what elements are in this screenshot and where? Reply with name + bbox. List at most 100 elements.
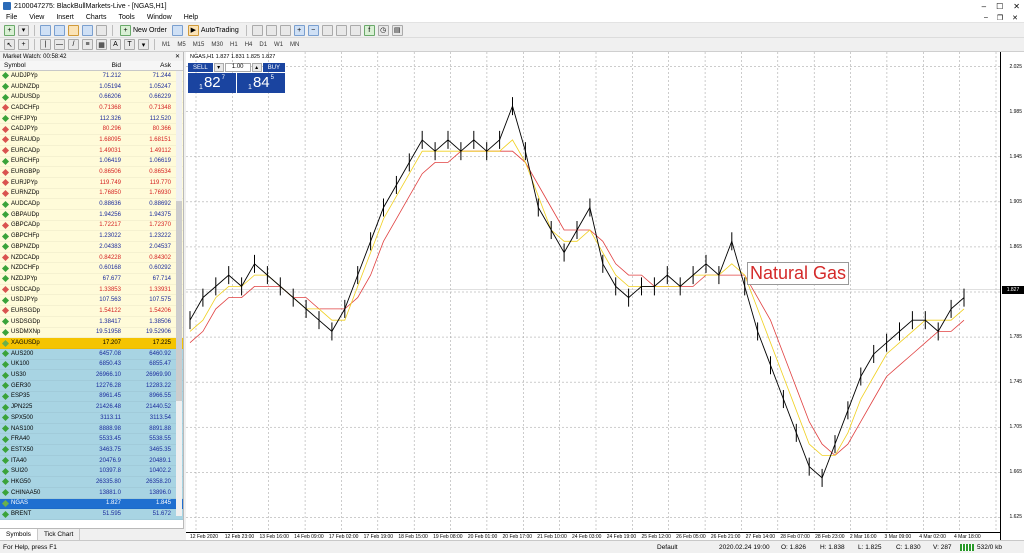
market-watch-row[interactable]: SUI20 10397.8 10402.2 <box>0 466 183 478</box>
tf-m1[interactable]: M1 <box>160 41 172 49</box>
panel-close-icon[interactable]: ✕ <box>175 53 180 60</box>
market-watch-row[interactable]: HKG50 26335.80 26358.20 <box>0 477 183 488</box>
menu-insert[interactable]: Insert <box>50 14 80 21</box>
time-axis[interactable]: 12 Feb 2020 12 Feb 23:00 13 Feb 16:00 14 Fe… <box>186 532 1000 540</box>
market-watch-row[interactable]: ESTX50 3463.75 3465.35 <box>0 445 183 456</box>
market-watch-row[interactable]: ESP35 8961.45 8966.55 <box>0 391 183 403</box>
col-symbol[interactable]: Symbol <box>0 62 92 69</box>
label-icon[interactable]: T <box>124 39 135 50</box>
tf-m15[interactable]: M15 <box>191 41 207 49</box>
cursor-icon[interactable]: ↖ <box>4 39 15 50</box>
market-watch-row[interactable]: USDJPYp 107.563 107.575 <box>0 295 183 307</box>
crosshair-icon[interactable]: + <box>18 39 29 50</box>
market-watch-row[interactable]: EURJPYp 119.749 119.770 <box>0 177 183 189</box>
market-watch-row[interactable]: GBPCADp 1.72217 1.72370 <box>0 220 183 232</box>
menu-file[interactable]: File <box>0 14 23 21</box>
market-watch-row[interactable]: ITA40 20476.9 20489.1 <box>0 455 183 467</box>
templates-icon[interactable]: ▤ <box>391 24 403 36</box>
chart-text-label[interactable]: Natural Gas <box>747 262 850 285</box>
autotrading-button[interactable]: ▶ AutoTrading <box>186 24 241 36</box>
market-watch-row[interactable]: NZDCHFp 0.60168 0.60292 <box>0 263 183 275</box>
market-watch-row[interactable]: NAS100 8888.98 8891.88 <box>0 423 183 435</box>
arrows-icon[interactable]: ▾ <box>138 39 149 50</box>
tf-d1[interactable]: D1 <box>257 41 269 49</box>
chart-restore-icon[interactable]: ❐ <box>997 14 1003 22</box>
new-chart-icon[interactable]: + <box>4 24 15 36</box>
market-watch-row[interactable]: CHFJPYp 112.326 112.520 <box>0 113 183 125</box>
market-watch-row[interactable]: EURCADp 1.49031 1.49112 <box>0 145 183 157</box>
navigator-icon[interactable] <box>68 24 79 36</box>
buy-price[interactable]: 1 84 5 <box>237 73 285 93</box>
sell-price[interactable]: 1 82 7 <box>188 73 236 93</box>
menu-tools[interactable]: Tools <box>112 14 140 21</box>
strategy-tester-icon[interactable] <box>96 24 107 36</box>
market-watch-row[interactable]: BRENT 51.595 51.672 <box>0 509 183 520</box>
col-bid[interactable]: Bid <box>92 62 124 69</box>
lot-up-icon[interactable]: ▴ <box>251 63 262 72</box>
chart-shift-icon[interactable] <box>349 24 361 36</box>
market-watch-row[interactable]: USDSGDp 1.38417 1.38506 <box>0 316 183 328</box>
new-order-button[interactable]: + New Order <box>118 24 169 36</box>
line-chart-icon[interactable] <box>279 24 291 36</box>
market-watch-row[interactable]: NZDCADp 0.84228 0.84302 <box>0 252 183 264</box>
chart-window[interactable]: NGAS,H1 1.827 1.831 1.825 1.827 SELL ▾ 1… <box>186 52 1024 540</box>
trendline-icon[interactable]: / <box>68 39 79 50</box>
col-ask[interactable]: Ask <box>124 62 174 69</box>
lot-input[interactable]: 1.00 <box>224 63 251 72</box>
metaeditor-icon[interactable] <box>171 24 183 36</box>
menu-view[interactable]: View <box>23 14 50 21</box>
menu-help[interactable]: Help <box>178 14 204 21</box>
market-watch-row[interactable]: XAGUSDp 17.207 17.225 <box>0 338 183 349</box>
terminal-icon[interactable] <box>82 24 93 36</box>
market-watch-row[interactable]: GBPCHFp 1.23022 1.23222 <box>0 231 183 242</box>
zoom-in-icon[interactable]: + <box>293 24 305 36</box>
tf-h1[interactable]: H1 <box>228 41 240 49</box>
close-icon[interactable]: ✕ <box>1013 2 1020 11</box>
tf-mn[interactable]: MN <box>288 41 301 49</box>
bar-chart-icon[interactable] <box>251 24 263 36</box>
channel-icon[interactable]: ≡ <box>82 39 93 50</box>
data-window-icon[interactable] <box>54 24 65 36</box>
vertical-line-icon[interactable]: | <box>40 39 51 50</box>
market-watch-row[interactable]: FRA40 5533.45 5538.55 <box>0 434 183 446</box>
tf-m5[interactable]: M5 <box>175 41 187 49</box>
lot-down-icon[interactable]: ▾ <box>213 63 224 72</box>
market-watch-row[interactable]: CADJPYp 80.296 80.366 <box>0 124 183 136</box>
periods-icon[interactable]: ◷ <box>377 24 389 36</box>
tab-tick-chart[interactable]: Tick Chart <box>38 529 81 540</box>
chart-close-icon[interactable]: ✕ <box>1012 14 1018 22</box>
menu-charts[interactable]: Charts <box>80 14 113 21</box>
market-watch-row[interactable]: EURSGDp 1.54122 1.54206 <box>0 306 183 317</box>
text-icon[interactable]: A <box>110 39 121 50</box>
market-watch-row[interactable]: EURAUDp 1.68095 1.68151 <box>0 135 183 146</box>
market-watch-row[interactable]: GBPAUDp 1.94256 1.94375 <box>0 209 183 221</box>
tile-windows-icon[interactable] <box>321 24 333 36</box>
market-watch-row[interactable]: AUDNZDp 1.05194 1.05247 <box>0 81 183 93</box>
market-watch-row[interactable]: EURCHFp 1.06419 1.06619 <box>0 156 183 168</box>
market-watch-row[interactable]: AUDUSDp 0.66206 0.66229 <box>0 92 183 104</box>
tf-m30[interactable]: M30 <box>209 41 225 49</box>
market-watch-row[interactable]: GER30 12276.28 12283.22 <box>0 380 183 392</box>
market-watch-row[interactable]: GBPNZDp 2.04383 2.04537 <box>0 242 183 253</box>
market-watch-row[interactable]: AUDJPYp 71.212 71.244 <box>0 71 183 82</box>
market-watch-row[interactable]: SPX500 3113.11 3113.54 <box>0 413 183 424</box>
buy-button[interactable]: BUY <box>262 63 286 72</box>
tf-w1[interactable]: W1 <box>272 41 285 49</box>
price-chart[interactable] <box>186 52 1024 540</box>
market-watch-row[interactable]: AUS200 6457.08 6460.92 <box>0 348 183 360</box>
market-watch-icon[interactable] <box>40 24 51 36</box>
fibonacci-icon[interactable]: ▦ <box>96 39 107 50</box>
market-watch-row[interactable]: NZDJPYp 67.677 67.714 <box>0 274 183 285</box>
minimize-icon[interactable]: – <box>982 2 986 11</box>
market-watch-row[interactable]: EURGBPp 0.86506 0.86534 <box>0 167 183 178</box>
price-axis[interactable]: 2.0251.9851.9451.9051.8651.8251.7851.745… <box>1000 52 1024 540</box>
market-watch-row[interactable]: UK100 6850.43 6855.47 <box>0 359 183 371</box>
market-watch-row[interactable]: AUDCADp 0.88636 0.88692 <box>0 199 183 210</box>
maximize-icon[interactable]: ☐ <box>996 2 1003 11</box>
market-watch-scrollbar[interactable] <box>176 71 182 516</box>
tf-h4[interactable]: H4 <box>243 41 255 49</box>
autoscroll-icon[interactable] <box>335 24 347 36</box>
market-watch-row[interactable]: EURNZDp 1.76850 1.76930 <box>0 188 183 200</box>
market-watch-row[interactable]: NGAS 1.827 1.845 <box>0 498 183 510</box>
tab-symbols[interactable]: Symbols <box>0 529 38 540</box>
